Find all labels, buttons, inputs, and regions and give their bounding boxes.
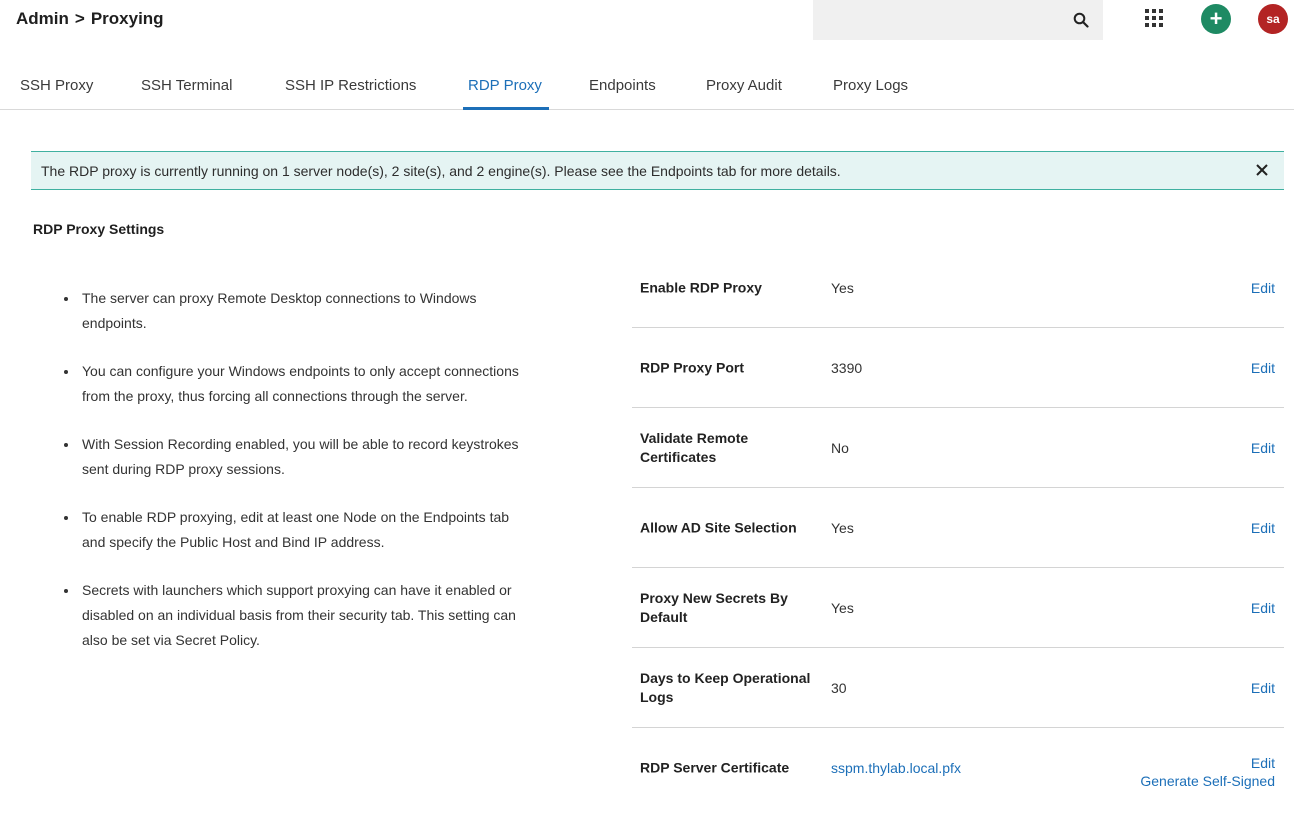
setting-label: Allow AD Site Selection [640,519,797,535]
setting-value: Yes [831,599,854,616]
tab-rdp-proxy[interactable]: RDP Proxy [468,77,542,94]
edit-button[interactable]: Edit [1251,520,1275,536]
search-icon[interactable] [1073,12,1089,28]
setting-label: Days to Keep Operational Logs [640,669,811,705]
setting-value: 3390 [831,359,863,376]
certificate-link[interactable]: sspm.thylab.local.pfx [831,760,961,776]
setting-value: No [831,439,849,456]
banner-text: The RDP proxy is currently running on 1 … [41,163,841,179]
edit-button[interactable]: Edit [1140,754,1275,772]
setting-row-validate-remote-certificates: Validate Remote Certificates No Edit [632,408,1284,488]
setting-row-rdp-proxy-port: RDP Proxy Port 3390 Edit [632,328,1284,408]
setting-value: Yes [831,279,854,296]
edit-button[interactable]: Edit [1251,280,1275,296]
top-header: Admin > Proxying + sa [0,0,1294,40]
tab-proxy-audit[interactable]: Proxy Audit [706,77,782,94]
avatar-initials: sa [1266,12,1280,26]
tab-proxy-logs[interactable]: Proxy Logs [833,77,908,94]
list-item: The server can proxy Remote Desktop conn… [62,286,532,336]
active-tab-indicator [463,107,549,110]
setting-row-enable-rdp-proxy: Enable RDP Proxy Yes Edit [632,248,1284,328]
breadcrumb-admin[interactable]: Admin [16,9,69,29]
info-banner: The RDP proxy is currently running on 1 … [31,151,1284,190]
close-icon[interactable] [1254,162,1270,178]
add-button[interactable]: + [1201,4,1231,34]
setting-row-days-to-keep-operational-logs: Days to Keep Operational Logs 30 Edit [632,648,1284,728]
setting-value: 30 [831,679,847,696]
search-input[interactable] [813,0,1103,40]
setting-label: Enable RDP Proxy [640,279,762,295]
edit-button[interactable]: Edit [1251,360,1275,376]
edit-button[interactable]: Edit [1251,680,1275,696]
apps-grid-icon[interactable] [1145,9,1163,27]
avatar[interactable]: sa [1258,4,1288,34]
tab-ssh-terminal[interactable]: SSH Terminal [141,77,232,94]
setting-label: RDP Proxy Port [640,359,744,375]
setting-label: RDP Server Certificate [640,759,790,776]
generate-self-signed-button[interactable]: Generate Self-Signed [1140,772,1275,790]
edit-button[interactable]: Edit [1251,600,1275,616]
list-item: Secrets with launchers which support pro… [62,578,532,653]
setting-value: Yes [831,519,854,536]
certificate-actions: Edit Generate Self-Signed [1140,754,1275,790]
setting-label: Validate Remote Certificates [640,429,749,465]
list-item: To enable RDP proxying, edit at least on… [62,505,532,555]
breadcrumb-proxying: Proxying [90,9,164,28]
list-item: You can configure your Windows endpoints… [62,359,532,409]
edit-button[interactable]: Edit [1251,440,1275,456]
section-title: RDP Proxy Settings [33,221,165,237]
tab-bar: SSH Proxy SSH Terminal SSH IP Restrictio… [0,66,1294,110]
setting-row-proxy-new-secrets-by-default: Proxy New Secrets By Default Yes Edit [632,568,1284,648]
tab-ssh-proxy[interactable]: SSH Proxy [20,77,93,94]
tab-endpoints[interactable]: Endpoints [589,77,656,94]
setting-row-rdp-server-certificate: RDP Server Certificate sspm.thylab.local… [632,728,1284,808]
setting-row-allow-ad-site-selection: Allow AD Site Selection Yes Edit [632,488,1284,568]
tab-ssh-ip-restrictions[interactable]: SSH IP Restrictions [285,77,416,94]
plus-icon: + [1209,6,1223,31]
info-list: The server can proxy Remote Desktop conn… [62,286,532,676]
breadcrumb: Admin > Proxying [16,9,164,29]
setting-label: Proxy New Secrets By Default [640,589,788,625]
breadcrumb-separator: > [74,9,85,28]
settings-list: Enable RDP Proxy Yes Edit RDP Proxy Port… [632,248,1284,808]
list-item: With Session Recording enabled, you will… [62,432,532,482]
